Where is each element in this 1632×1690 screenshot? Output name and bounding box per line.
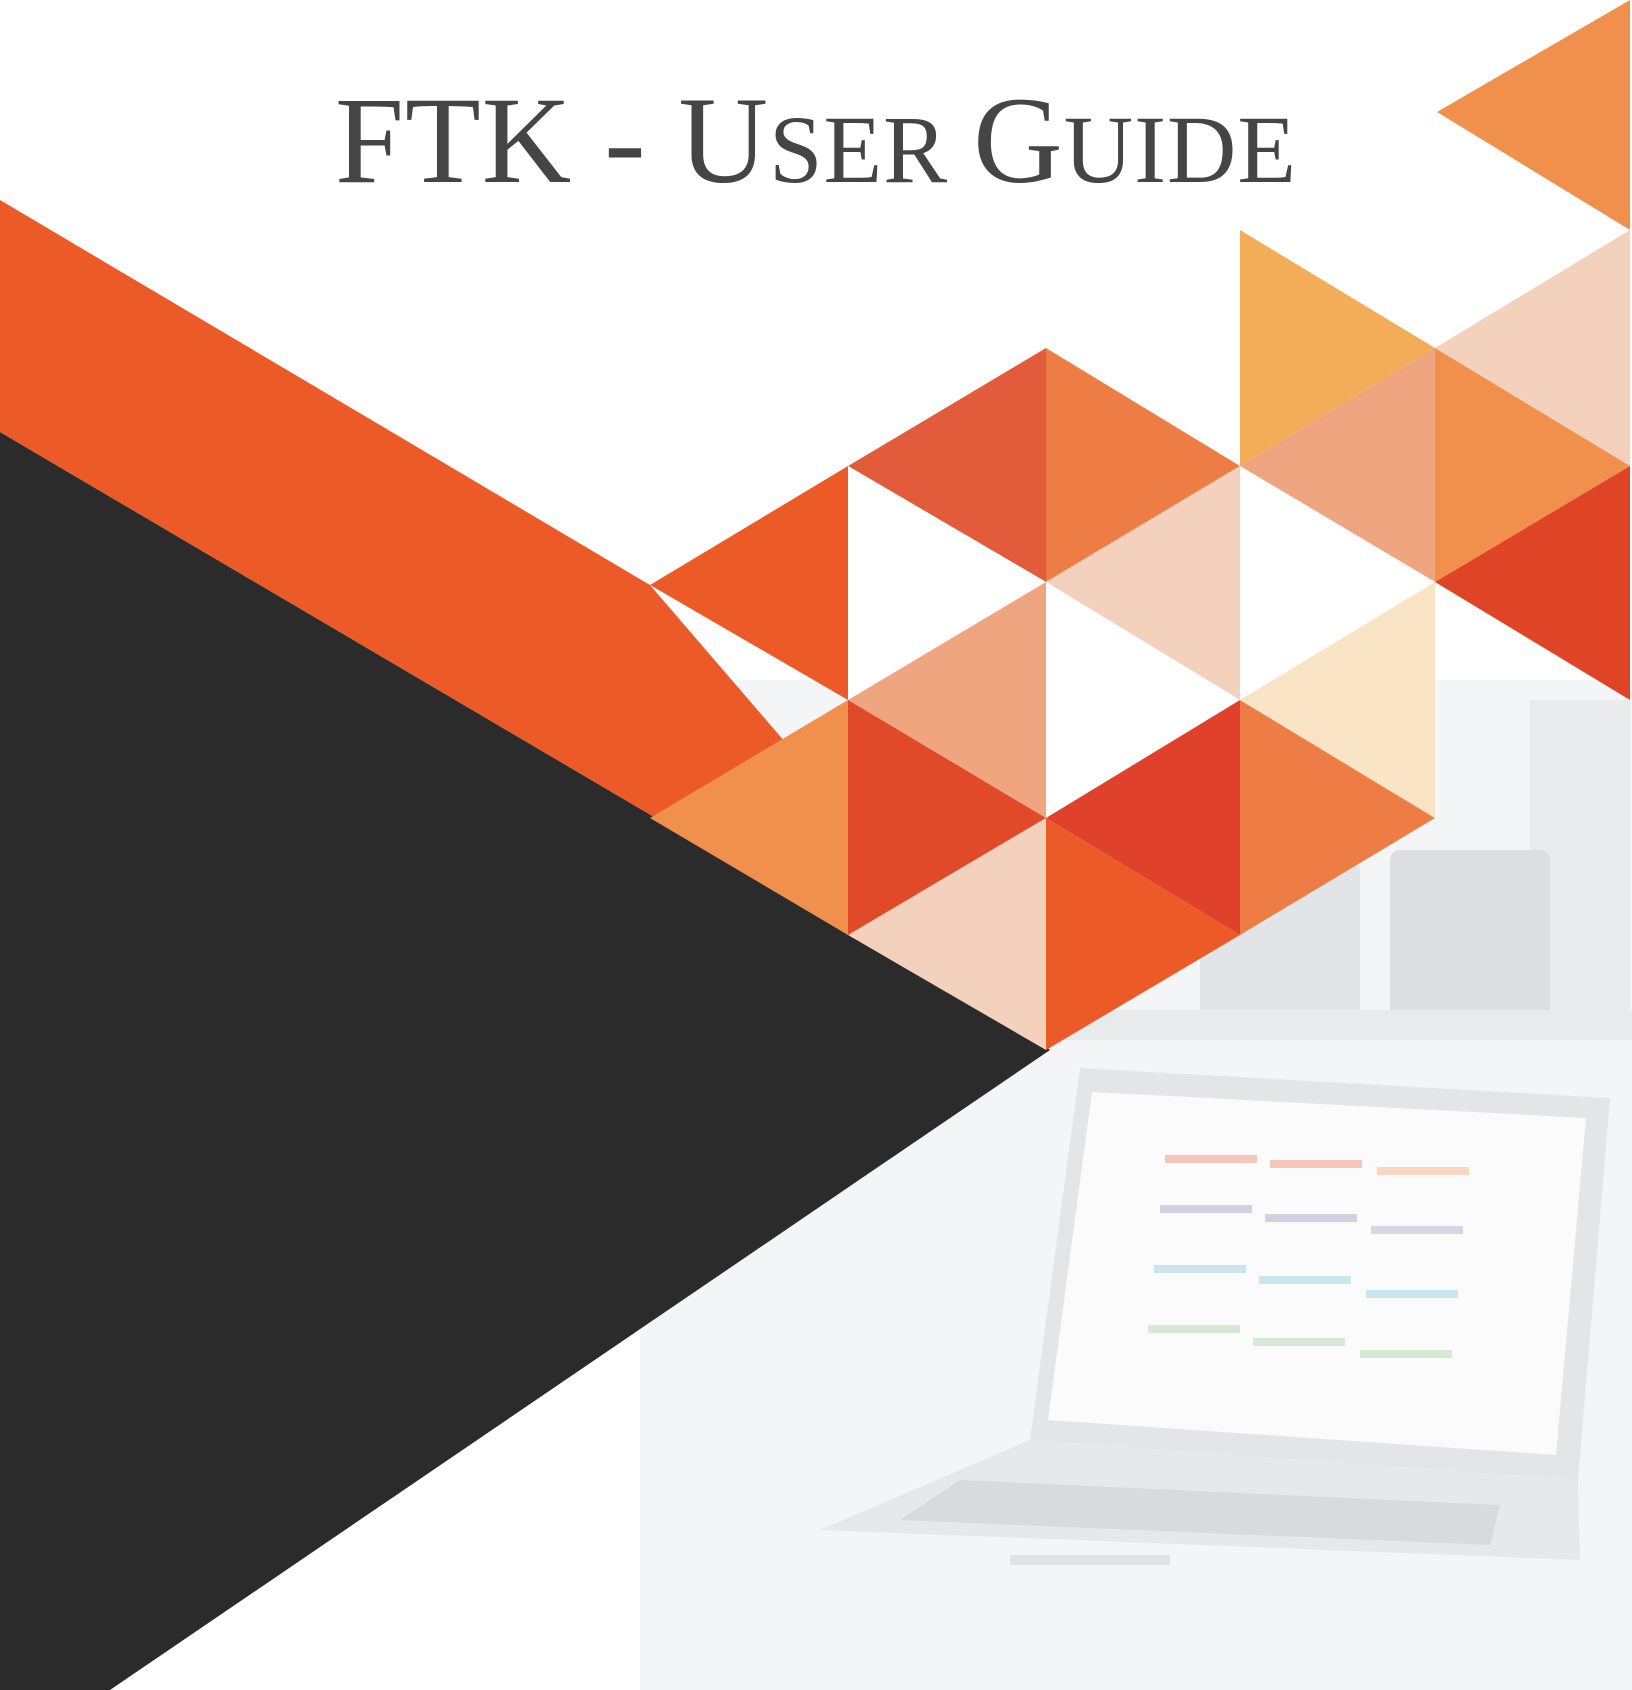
- title-part-ser: SER: [769, 96, 974, 203]
- document-title: FTK - USER GUIDE: [0, 70, 1632, 212]
- title-part-ftk: FTK -: [334, 72, 679, 209]
- cover-page: FTK - USER GUIDE: [0, 0, 1632, 1690]
- cover-artwork: [0, 0, 1632, 1690]
- title-part-uide: UIDE: [1063, 96, 1297, 203]
- title-part-u: U: [678, 72, 770, 209]
- title-part-g: G: [973, 72, 1064, 209]
